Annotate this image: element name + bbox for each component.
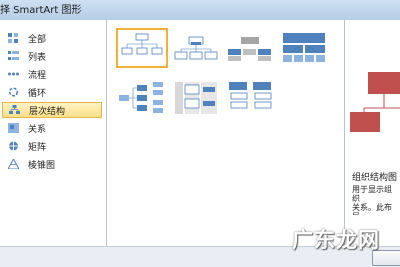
org-chart-thumbnail[interactable] (116, 28, 168, 68)
lined-list-thumbnail[interactable] (278, 78, 330, 118)
relationship-icon (8, 123, 19, 133)
pyramid-icon (8, 159, 19, 169)
right-divider (344, 20, 345, 246)
preview-title: 组织结构图 (352, 173, 398, 183)
category-label: 关系 (28, 125, 47, 135)
category-label: 层次结构 (29, 107, 66, 117)
category-label: 流程 (28, 71, 47, 81)
category-label: 列表 (28, 53, 47, 63)
dialog-body: 全部 列表 流程 循环 层次结构 关系 矩阵 棱锥图 组织结构图 用于显示组织 … (0, 20, 400, 246)
process-icon (8, 72, 19, 76)
category-hierarchy[interactable]: 层次结构 (2, 102, 102, 118)
category-all[interactable]: 全部 (2, 30, 102, 46)
category-label: 矩阵 (28, 143, 47, 153)
category-label: 棱锥图 (28, 161, 56, 171)
preview-diagram (350, 72, 400, 132)
category-label: 全部 (28, 35, 47, 45)
list-icon (8, 51, 19, 60)
cycle-icon (8, 87, 19, 97)
category-label: 循环 (28, 89, 47, 99)
hierarchy-icon (9, 105, 20, 114)
category-cycle[interactable]: 循环 (2, 84, 102, 100)
labeled-hierarchy-thumbnail[interactable] (278, 28, 330, 68)
window-title: 择 SmartArt 图形 (0, 5, 82, 16)
category-list: 全部 列表 流程 循环 层次结构 关系 矩阵 棱锥图 (0, 30, 104, 174)
watermark-text: 广东龙网 (292, 228, 380, 252)
title-bar: 择 SmartArt 图形 (0, 0, 400, 20)
table-hierarchy-thumbnail[interactable] (170, 78, 222, 118)
category-pyramid[interactable]: 棱锥图 (2, 156, 102, 172)
all-icon (8, 33, 18, 43)
matrix-icon (9, 141, 18, 151)
category-list-item[interactable]: 列表 (2, 48, 102, 64)
category-process[interactable]: 流程 (2, 66, 102, 82)
hierarchy-list-thumbnail[interactable] (224, 78, 276, 118)
category-relationship[interactable]: 关系 (2, 120, 102, 136)
category-matrix[interactable]: 矩阵 (2, 138, 102, 154)
half-circle-org-chart-thumbnail[interactable] (224, 28, 276, 68)
name-title-org-chart-thumbnail[interactable] (170, 28, 222, 68)
left-divider (106, 20, 107, 246)
preview-description: 用于显示组织 关系。此布局 构图悬挂布局 (352, 185, 392, 215)
horizontal-hierarchy-thumbnail[interactable] (116, 78, 168, 118)
